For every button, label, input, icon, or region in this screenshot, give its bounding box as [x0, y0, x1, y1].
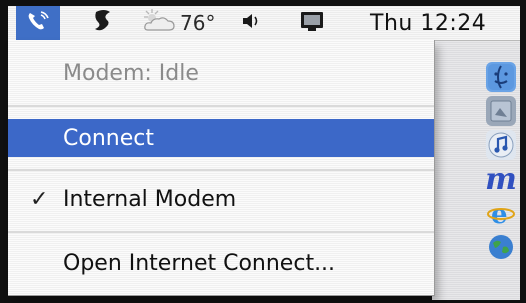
itunes-icon[interactable] [486, 130, 516, 160]
menu-separator [8, 230, 434, 233]
phone-modem-icon [25, 9, 51, 37]
menu-separator [8, 104, 434, 107]
preview-icon[interactable] [486, 96, 516, 126]
svg-text:e: e [491, 200, 508, 227]
menu-item-modem-status: Modem: Idle [8, 54, 434, 92]
menu-bar: 76° Thu 12:24 [8, 6, 520, 41]
connect-label: Connect [63, 125, 154, 151]
m-app-icon[interactable]: m [485, 162, 517, 197]
finder-icon[interactable] [486, 62, 516, 92]
modem-menu-extra[interactable] [16, 6, 60, 40]
dock-icons: m e [485, 62, 518, 300]
globe-icon[interactable] [486, 232, 516, 262]
script-menu-extra[interactable] [92, 6, 114, 40]
display-icon [298, 9, 326, 37]
internal-modem-label: Internal Modem [63, 186, 237, 212]
modem-dropdown-menu: Modem: Idle Connect ✓ Internal Modem Ope… [8, 40, 435, 296]
weather-menu-extra[interactable]: 76° [142, 6, 215, 40]
modem-status-label: Modem: Idle [63, 60, 199, 86]
menu-item-connect[interactable]: Connect [8, 119, 434, 157]
internet-explorer-icon[interactable]: e [486, 198, 516, 228]
checkmark-icon: ✓ [30, 186, 49, 212]
weather-cloud-icon [142, 8, 178, 38]
display-menu-extra[interactable] [298, 6, 326, 40]
menu-item-open-internet-connect[interactable]: Open Internet Connect... [8, 244, 434, 282]
menu-item-internal-modem[interactable]: ✓ Internal Modem [8, 180, 434, 218]
weather-temperature: 76° [180, 11, 216, 35]
open-internet-connect-label: Open Internet Connect... [63, 250, 336, 276]
menubar-clock[interactable]: Thu 12:24 [370, 6, 486, 40]
volume-menu-extra[interactable] [240, 6, 264, 40]
volume-icon [240, 10, 264, 36]
menu-separator [8, 168, 434, 171]
script-menu-icon [92, 8, 114, 38]
